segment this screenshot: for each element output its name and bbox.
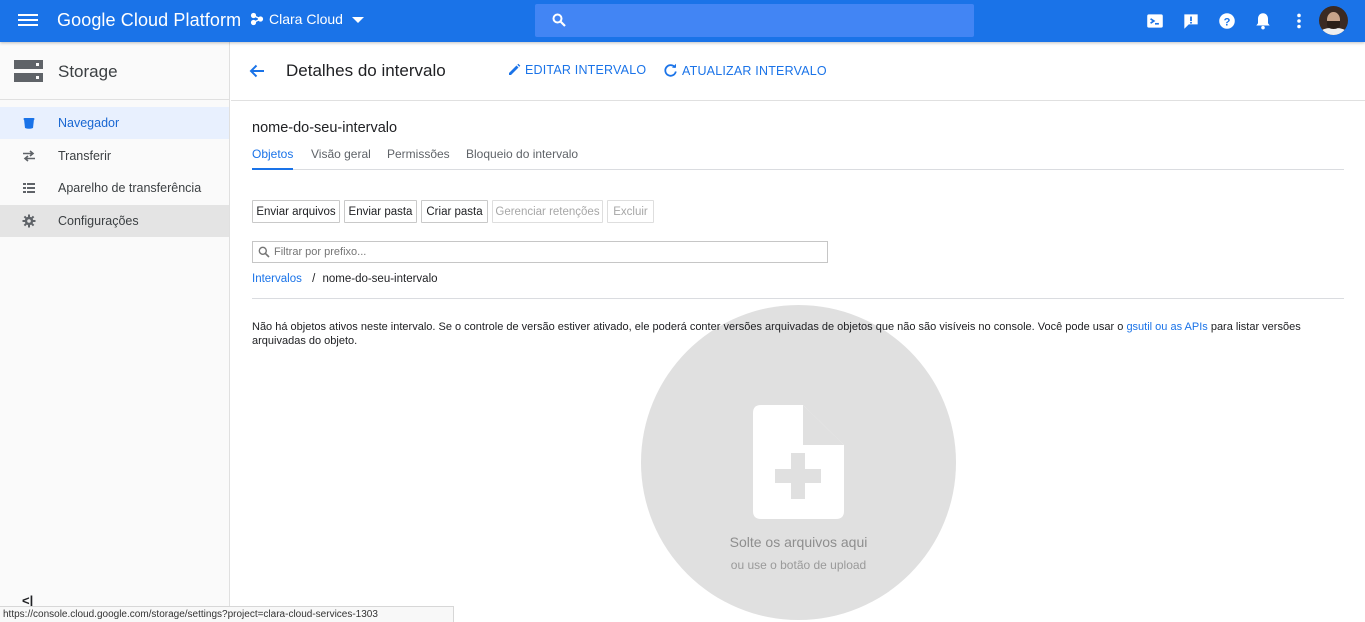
back-arrow-icon[interactable] <box>248 62 266 80</box>
project-name: Clara Cloud <box>269 11 343 27</box>
gear-icon <box>22 214 36 228</box>
tab-bloqueio[interactable]: Bloqueio do intervalo <box>466 147 578 170</box>
search-input[interactable] <box>535 4 974 37</box>
add-file-icon <box>753 405 844 519</box>
sidebar-item-aparelho[interactable]: Aparelho de transferência <box>0 172 229 204</box>
pencil-icon <box>509 63 521 75</box>
bucket-icon <box>23 118 35 129</box>
sidebar-item-configuracoes[interactable]: Configurações <box>0 205 229 237</box>
sidebar-item-label: Configurações <box>58 214 139 228</box>
upload-folder-button[interactable]: Enviar pasta <box>344 200 417 223</box>
storage-icon <box>14 60 43 82</box>
breadcrumb-separator: / <box>312 273 316 285</box>
project-hierarchy-icon <box>250 12 264 26</box>
refresh-icon <box>664 63 677 77</box>
upload-files-button[interactable]: Enviar arquivos <box>252 200 340 223</box>
message-text: Não há objetos ativos neste intervalo. S… <box>252 321 1127 333</box>
tab-visao-geral[interactable]: Visão geral <box>311 147 371 170</box>
sidebar-item-label: Transferir <box>58 149 112 163</box>
sidebar-title: Storage <box>58 62 118 81</box>
edit-bucket-label: EDITAR INTERVALO <box>525 63 647 77</box>
drop-zone-title: Solte os arquivos aqui <box>729 534 868 550</box>
create-folder-button[interactable]: Criar pasta <box>421 200 488 223</box>
breadcrumb-current: nome-do-seu-intervalo <box>322 273 438 285</box>
bucket-tabs: Objetos Visão geral Permissões Bloqueio … <box>252 144 1344 170</box>
search-icon <box>258 246 270 258</box>
prefix-filter-input[interactable] <box>274 244 814 260</box>
more-vert-icon[interactable] <box>1289 11 1309 31</box>
cloud-shell-icon[interactable] <box>1145 11 1165 31</box>
sidebar-item-label: Navegador <box>58 116 120 130</box>
breadcrumb: Intervalos / nome-do-seu-intervalo <box>252 273 438 285</box>
sidebar: Storage Navegador Transferir Aparelho de… <box>0 42 230 622</box>
feedback-icon[interactable] <box>1181 11 1201 31</box>
project-selector[interactable]: Clara Cloud <box>250 11 364 27</box>
appliance-icon <box>23 183 35 193</box>
empty-bucket-message: Não há objetos ativos neste intervalo. S… <box>252 320 1332 348</box>
help-icon[interactable]: ? <box>1217 11 1237 31</box>
notifications-icon[interactable] <box>1253 11 1273 31</box>
edit-bucket-button[interactable]: EDITAR INTERVALO <box>507 63 646 77</box>
sidebar-item-transferir[interactable]: Transferir <box>0 140 229 172</box>
bucket-name: nome-do-seu-intervalo <box>252 120 398 136</box>
chevron-down-icon <box>351 17 364 23</box>
app-title[interactable]: Google Cloud Platform <box>57 10 241 31</box>
refresh-bucket-label: ATUALIZAR INTERVALO <box>682 63 827 78</box>
refresh-bucket-button[interactable]: ATUALIZAR INTERVALO <box>663 63 827 78</box>
status-bar-url: https://console.cloud.google.com/storage… <box>0 606 454 622</box>
svg-text:?: ? <box>1224 16 1231 28</box>
transfer-icon <box>23 150 35 162</box>
page-header: Detalhes do intervalo EDITAR INTERVALO A… <box>231 42 1365 101</box>
upload-drop-zone[interactable]: Solte os arquivos aqui ou use o botão de… <box>641 305 956 620</box>
prefix-filter-field[interactable] <box>252 241 828 263</box>
top-app-bar: Google Cloud Platform Clara Cloud ? <box>0 0 1365 42</box>
breadcrumb-root-link[interactable]: Intervalos <box>252 273 302 285</box>
drop-zone-subtitle: ou use o botão de upload <box>730 558 867 572</box>
tab-objetos[interactable]: Objetos <box>252 147 294 170</box>
sidebar-item-navegador[interactable]: Navegador <box>0 107 229 139</box>
delete-button[interactable]: Excluir <box>607 200 654 223</box>
avatar[interactable] <box>1319 6 1348 35</box>
search-icon <box>552 13 566 27</box>
sidebar-item-label: Aparelho de transferência <box>58 181 202 195</box>
divider <box>252 298 1344 299</box>
gsutil-apis-link[interactable]: gsutil ou as APIs <box>1126 321 1207 333</box>
hamburger-menu-icon[interactable] <box>17 11 39 31</box>
page-title: Detalhes do intervalo <box>286 61 446 80</box>
tab-permissoes[interactable]: Permissões <box>387 147 450 170</box>
sidebar-header: Storage <box>0 42 229 100</box>
manage-holds-button[interactable]: Gerenciar retenções <box>492 200 603 223</box>
